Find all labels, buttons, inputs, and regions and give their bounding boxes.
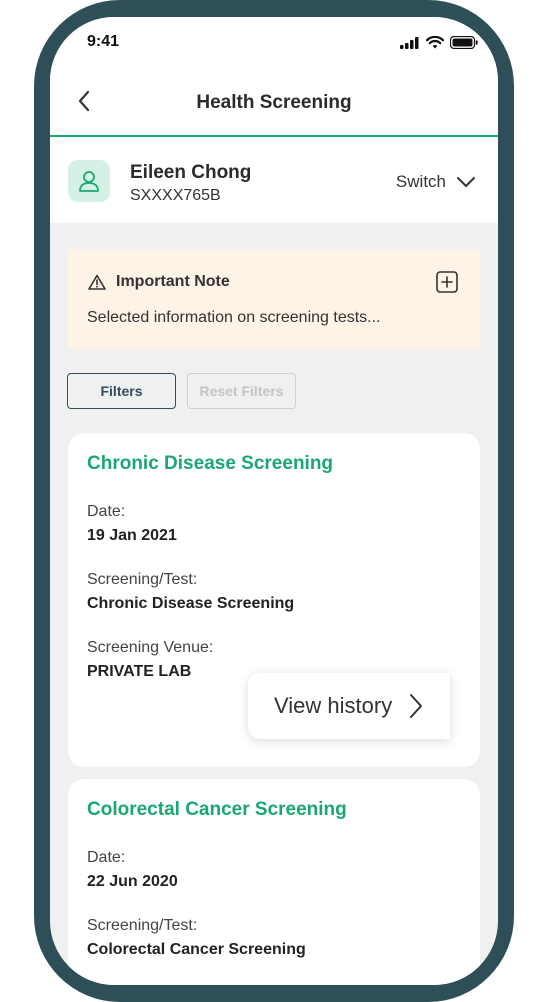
- test-value: Colorectal Cancer Screening: [87, 941, 306, 958]
- profile-name: Eileen Chong: [130, 162, 252, 183]
- profile-bar: Eileen Chong SXXXX765B Switch: [50, 137, 498, 223]
- chevron-right-icon: [410, 694, 423, 718]
- venue-value: PRIVATE LAB: [87, 663, 192, 680]
- test-value: Chronic Disease Screening: [87, 595, 295, 612]
- status-icons: [400, 36, 478, 49]
- battery-icon: [450, 36, 478, 49]
- note-title: Important Note: [116, 273, 230, 290]
- venue-label: Screening Venue:: [87, 639, 214, 656]
- warning-icon: [88, 274, 106, 290]
- card-title: Chronic Disease Screening: [87, 453, 334, 474]
- view-history-label: View history: [274, 693, 393, 718]
- switch-label: Switch: [395, 172, 446, 191]
- date-value: 22 Jun 2020: [87, 873, 178, 890]
- wifi-icon: [426, 36, 444, 49]
- nav-bar: Health Screening: [50, 69, 498, 137]
- chevron-down-icon: [457, 177, 475, 187]
- profile-id: SXXXX765B: [130, 187, 221, 204]
- avatar: [68, 160, 110, 202]
- signal-icon: [400, 36, 419, 49]
- status-time: 9:41: [87, 33, 120, 50]
- test-label: Screening/Test:: [87, 917, 198, 934]
- filters-button[interactable]: Filters: [67, 373, 176, 409]
- status-bar: 9:41: [50, 17, 498, 69]
- date-label: Date:: [87, 849, 126, 866]
- reset-filters-button[interactable]: Reset Filters: [187, 373, 296, 409]
- page-title: Health Screening: [196, 92, 352, 113]
- note-text: Selected information on screening tests.…: [87, 309, 381, 326]
- app-screen: 9:41 Health Screening Eileen Chong SXXXX…: [50, 17, 498, 985]
- switch-profile-button[interactable]: Switch: [396, 172, 476, 192]
- user-icon: [79, 171, 99, 192]
- view-history-button[interactable]: View history: [248, 673, 450, 739]
- card-title: Colorectal Cancer Screening: [87, 799, 347, 820]
- note-header: Important Note: [88, 273, 230, 291]
- screening-card[interactable]: Colorectal Cancer Screening Date: 22 Jun…: [68, 779, 480, 985]
- test-label: Screening/Test:: [87, 571, 198, 588]
- date-value: 19 Jan 2021: [87, 527, 177, 544]
- date-label: Date:: [87, 503, 126, 520]
- plus-square-icon[interactable]: [436, 271, 458, 293]
- important-note: Important Note Selected information on s…: [68, 249, 480, 349]
